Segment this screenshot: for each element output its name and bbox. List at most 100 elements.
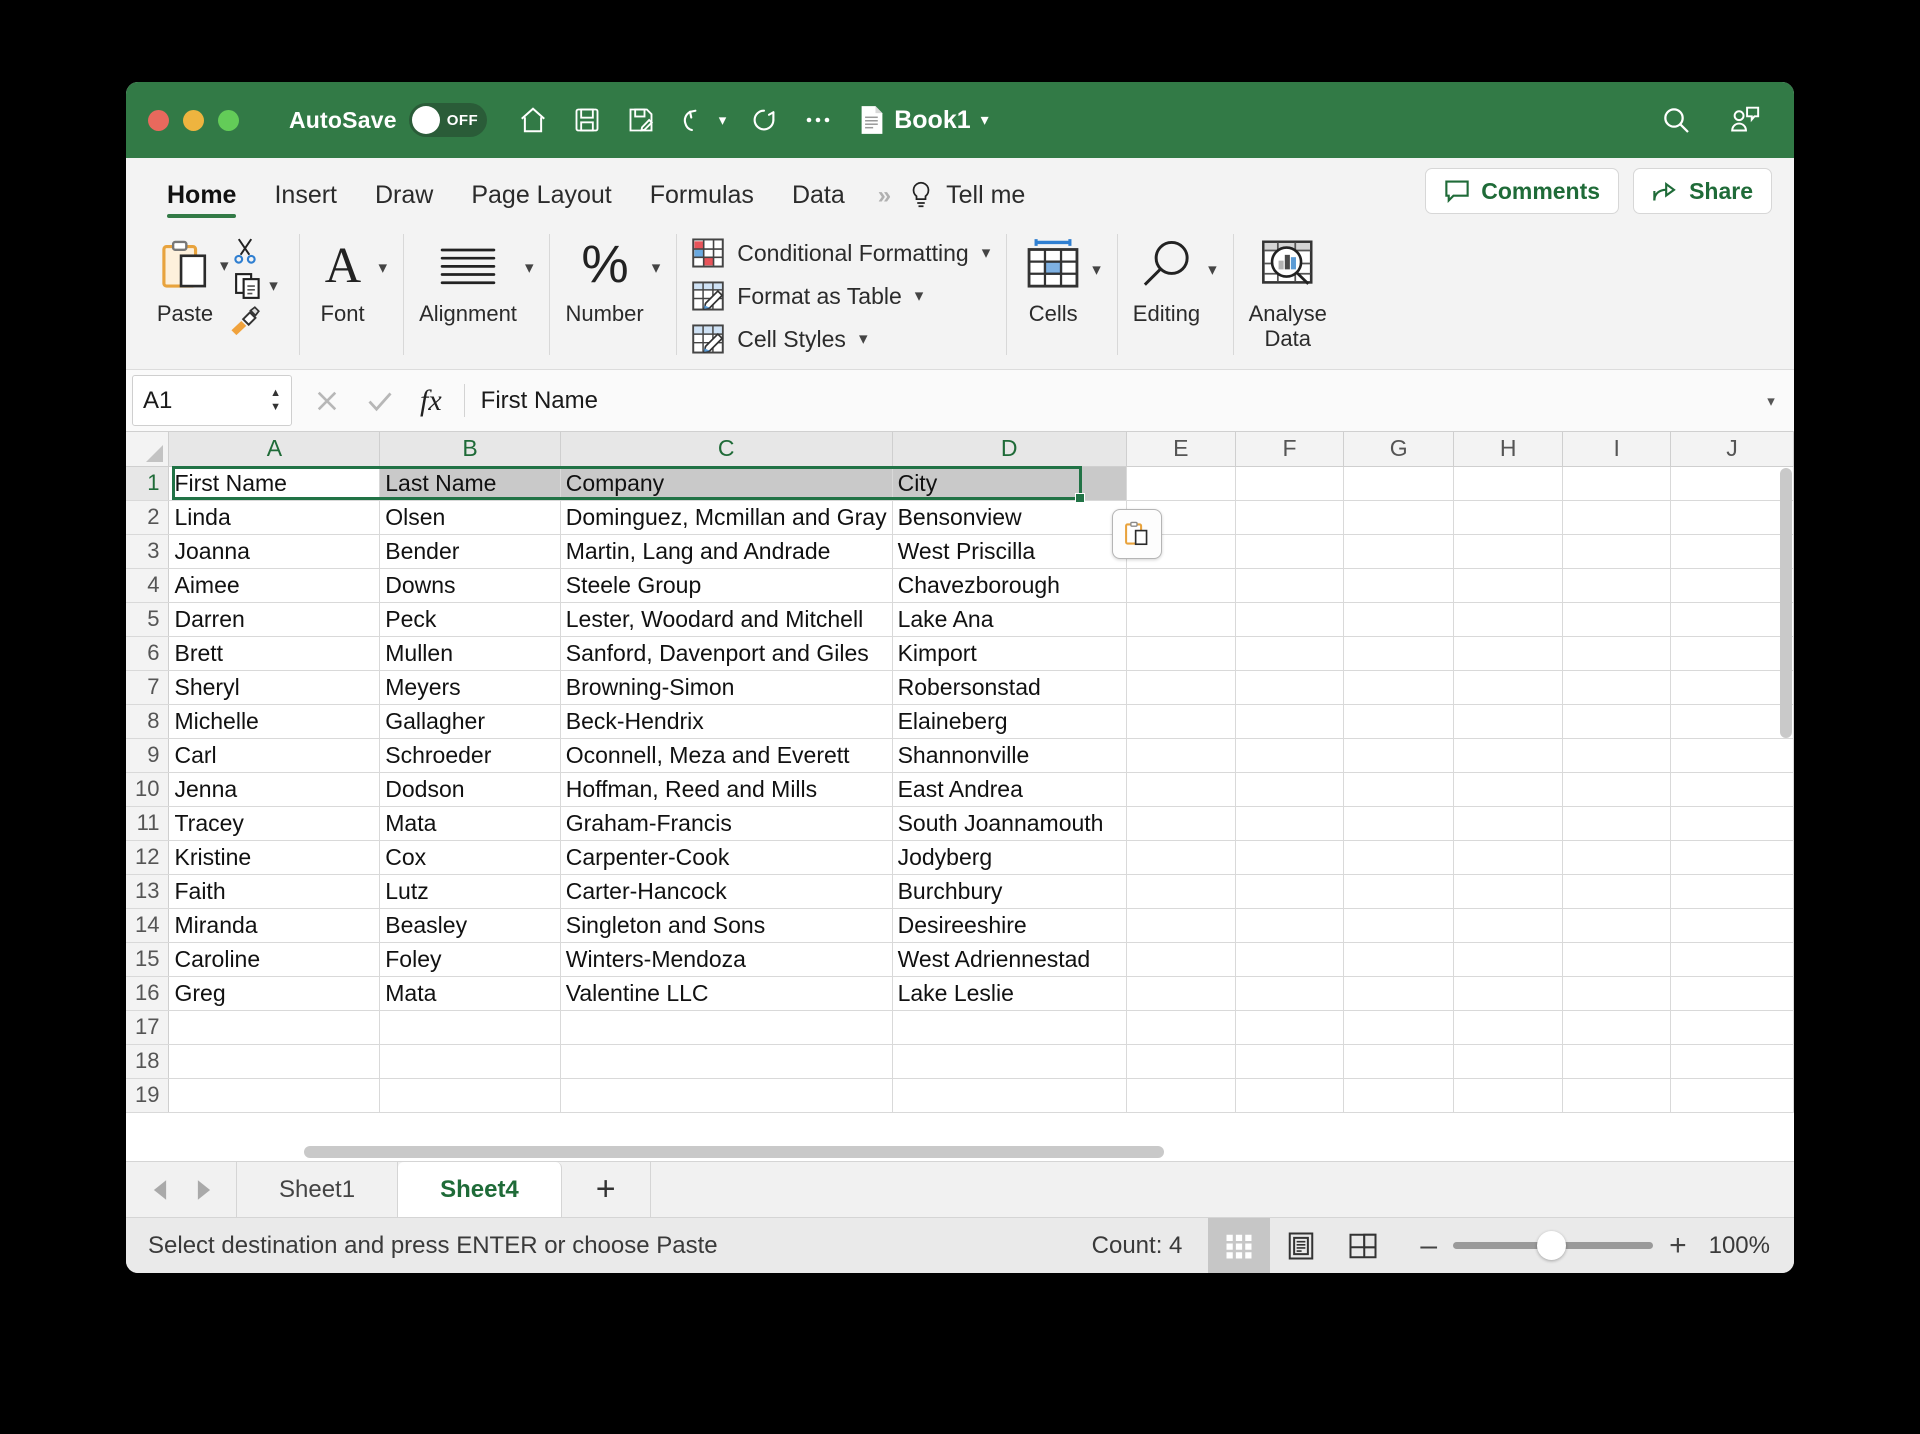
cell-G12[interactable] xyxy=(1344,840,1454,874)
cell-I2[interactable] xyxy=(1563,500,1671,534)
save-as-icon[interactable] xyxy=(625,104,657,136)
analyse-data-button[interactable]: Analyse Data xyxy=(1249,226,1327,351)
alignment-dropdown-icon[interactable]: ▾ xyxy=(525,258,534,278)
cell-H10[interactable] xyxy=(1454,772,1563,806)
cell-I9[interactable] xyxy=(1563,738,1671,772)
more-icon[interactable] xyxy=(802,104,834,136)
cell-F15[interactable] xyxy=(1235,942,1344,976)
cell-G1[interactable] xyxy=(1344,466,1454,500)
cell-E18[interactable] xyxy=(1126,1044,1235,1078)
cell-E10[interactable] xyxy=(1126,772,1235,806)
cell-C15[interactable]: Winters-Mendoza xyxy=(560,942,892,976)
cell-I11[interactable] xyxy=(1563,806,1671,840)
cell-I4[interactable] xyxy=(1563,568,1671,602)
cell-G7[interactable] xyxy=(1344,670,1454,704)
cell-G11[interactable] xyxy=(1344,806,1454,840)
close-window-button[interactable] xyxy=(148,110,169,131)
cell-G9[interactable] xyxy=(1344,738,1454,772)
cell-B7[interactable]: Meyers xyxy=(380,670,560,704)
cell-H18[interactable] xyxy=(1454,1044,1563,1078)
conditional-formatting-dropdown-icon[interactable]: ▾ xyxy=(982,243,991,263)
zoom-slider[interactable] xyxy=(1453,1242,1653,1249)
cell-I13[interactable] xyxy=(1563,874,1671,908)
cell-G17[interactable] xyxy=(1344,1010,1454,1044)
cell-A19[interactable] xyxy=(169,1078,380,1112)
row-header-16[interactable]: 16 xyxy=(126,976,169,1010)
cell-H9[interactable] xyxy=(1454,738,1563,772)
cell-A13[interactable]: Faith xyxy=(169,874,380,908)
cell-F3[interactable] xyxy=(1235,534,1344,568)
cell-F18[interactable] xyxy=(1235,1044,1344,1078)
share-button[interactable]: Share xyxy=(1633,168,1772,214)
cell-E14[interactable] xyxy=(1126,908,1235,942)
cell-D3[interactable]: West Priscilla xyxy=(892,534,1126,568)
document-name-control[interactable]: Book1 ▾ xyxy=(860,105,988,135)
cell-C11[interactable]: Graham-Francis xyxy=(560,806,892,840)
cell-J17[interactable] xyxy=(1670,1010,1793,1044)
cell-J1[interactable] xyxy=(1670,466,1793,500)
cell-C3[interactable]: Martin, Lang and Andrade xyxy=(560,534,892,568)
copy-dropdown-icon[interactable]: ▾ xyxy=(269,276,278,296)
cell-A18[interactable] xyxy=(169,1044,380,1078)
cell-J2[interactable] xyxy=(1670,500,1793,534)
cell-E6[interactable] xyxy=(1126,636,1235,670)
cell-E7[interactable] xyxy=(1126,670,1235,704)
cell-D7[interactable]: Robersonstad xyxy=(892,670,1126,704)
cell-C9[interactable]: Oconnell, Meza and Everett xyxy=(560,738,892,772)
cell-B15[interactable]: Foley xyxy=(380,942,560,976)
cell-C16[interactable]: Valentine LLC xyxy=(560,976,892,1010)
cell-C2[interactable]: Dominguez, Mcmillan and Gray xyxy=(560,500,892,534)
cell-G15[interactable] xyxy=(1344,942,1454,976)
horizontal-scrollbar[interactable] xyxy=(304,1146,1164,1158)
cell-A10[interactable]: Jenna xyxy=(169,772,380,806)
row-header-9[interactable]: 9 xyxy=(126,738,169,772)
format-as-table-button[interactable]: Format as Table ▾ xyxy=(692,281,990,311)
cell-E19[interactable] xyxy=(1126,1078,1235,1112)
row-header-15[interactable]: 15 xyxy=(126,942,169,976)
cell-I10[interactable] xyxy=(1563,772,1671,806)
cut-button[interactable] xyxy=(230,236,282,266)
vertical-scrollbar[interactable] xyxy=(1780,468,1792,738)
cell-D18[interactable] xyxy=(892,1044,1126,1078)
cell-G13[interactable] xyxy=(1344,874,1454,908)
row-header-13[interactable]: 13 xyxy=(126,874,169,908)
cell-C18[interactable] xyxy=(560,1044,892,1078)
cell-B16[interactable]: Mata xyxy=(380,976,560,1010)
cell-B19[interactable] xyxy=(380,1078,560,1112)
page-layout-view-icon[interactable] xyxy=(1270,1218,1332,1274)
document-menu-chevron-icon[interactable]: ▾ xyxy=(981,110,989,130)
font-dropdown-icon[interactable]: ▾ xyxy=(379,258,388,278)
cell-J9[interactable] xyxy=(1670,738,1793,772)
sheet-tab-sheet4[interactable]: Sheet4 xyxy=(398,1162,562,1217)
editing-button[interactable]: Editing xyxy=(1133,226,1200,327)
format-painter-button[interactable] xyxy=(229,306,283,336)
cell-D10[interactable]: East Andrea xyxy=(892,772,1126,806)
cell-I12[interactable] xyxy=(1563,840,1671,874)
account-comment-icon[interactable] xyxy=(1728,104,1760,136)
cells-dropdown-icon[interactable]: ▾ xyxy=(1092,260,1101,280)
cell-B8[interactable]: Gallagher xyxy=(380,704,560,738)
cell-F9[interactable] xyxy=(1235,738,1344,772)
copy-button[interactable]: ▾ xyxy=(233,271,278,301)
cell-C17[interactable] xyxy=(560,1010,892,1044)
cell-J12[interactable] xyxy=(1670,840,1793,874)
cell-C13[interactable]: Carter-Hancock xyxy=(560,874,892,908)
add-sheet-button[interactable]: + xyxy=(562,1162,651,1217)
tab-home[interactable]: Home xyxy=(148,181,255,220)
number-button[interactable]: % Number xyxy=(565,226,643,327)
cell-F19[interactable] xyxy=(1235,1078,1344,1112)
formula-input[interactable]: First Name xyxy=(465,370,1748,431)
row-header-2[interactable]: 2 xyxy=(126,500,169,534)
cell-A1[interactable]: First Name xyxy=(169,466,380,500)
cell-H7[interactable] xyxy=(1454,670,1563,704)
cell-H15[interactable] xyxy=(1454,942,1563,976)
row-header-8[interactable]: 8 xyxy=(126,704,169,738)
cell-C7[interactable]: Browning-Simon xyxy=(560,670,892,704)
cell-D12[interactable]: Jodyberg xyxy=(892,840,1126,874)
cell-H11[interactable] xyxy=(1454,806,1563,840)
cell-H6[interactable] xyxy=(1454,636,1563,670)
maximize-window-button[interactable] xyxy=(218,110,239,131)
cell-B10[interactable]: Dodson xyxy=(380,772,560,806)
cell-F5[interactable] xyxy=(1235,602,1344,636)
cell-J14[interactable] xyxy=(1670,908,1793,942)
